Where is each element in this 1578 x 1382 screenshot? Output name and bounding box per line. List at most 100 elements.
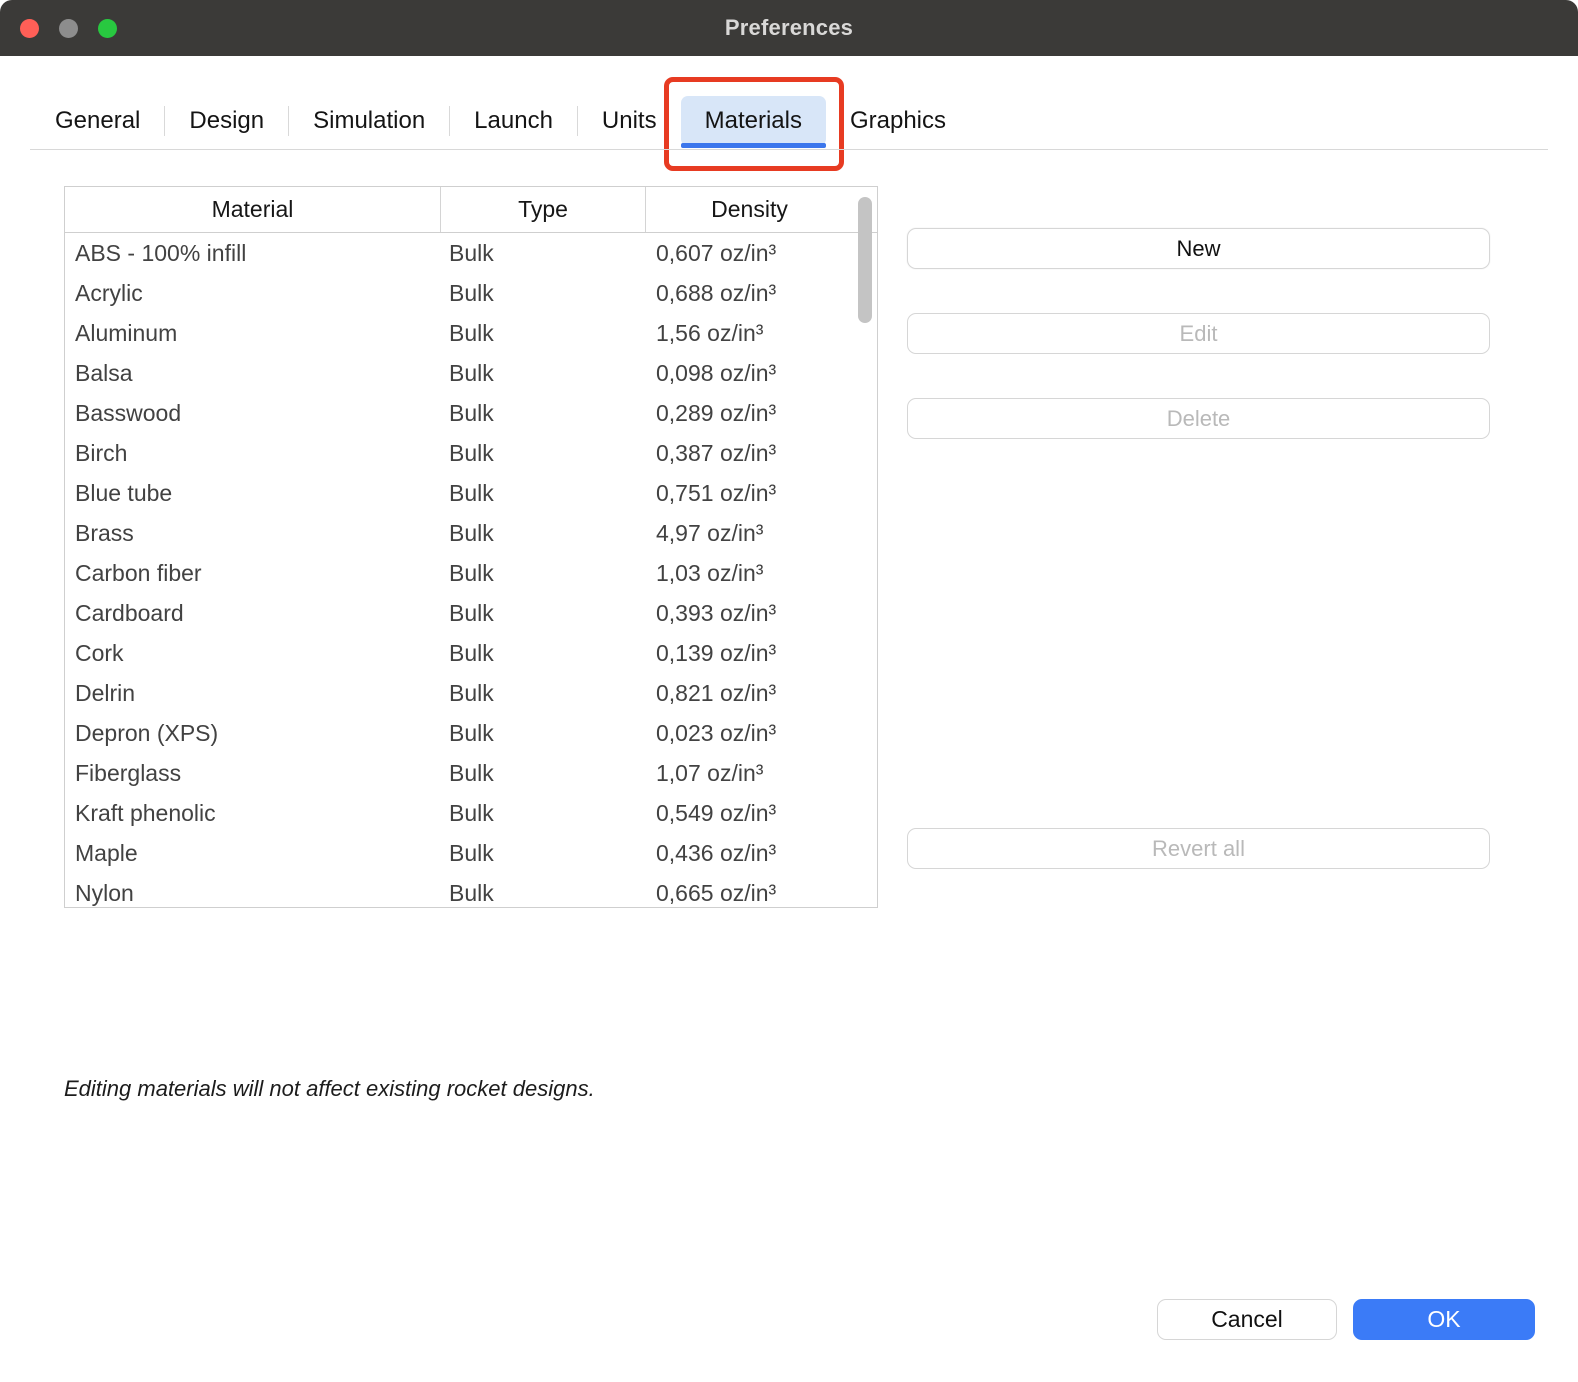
tab-label: Materials bbox=[705, 107, 802, 135]
cell-material: Delrin bbox=[65, 673, 441, 713]
cancel-button[interactable]: Cancel bbox=[1157, 1299, 1337, 1340]
cell-density: 0,821 oz/in³ bbox=[646, 673, 853, 713]
delete-button[interactable]: Delete bbox=[907, 398, 1490, 439]
cell-type: Bulk bbox=[441, 233, 646, 273]
table-row[interactable]: BirchBulk0,387 oz/in³ bbox=[65, 433, 877, 473]
cell-type: Bulk bbox=[441, 713, 646, 753]
tab-label: General bbox=[55, 107, 140, 135]
tab-simulation[interactable]: Simulation bbox=[289, 96, 449, 146]
cell-type: Bulk bbox=[441, 473, 646, 513]
cell-type: Bulk bbox=[441, 513, 646, 553]
cell-material: Carbon fiber bbox=[65, 553, 441, 593]
cell-type: Bulk bbox=[441, 633, 646, 673]
new-button[interactable]: New bbox=[907, 228, 1490, 269]
column-header-type[interactable]: Type bbox=[441, 187, 646, 232]
titlebar: Preferences bbox=[0, 0, 1578, 56]
cell-material: Cardboard bbox=[65, 593, 441, 633]
cell-type: Bulk bbox=[441, 313, 646, 353]
tab-label: Simulation bbox=[313, 107, 425, 135]
selected-tab-underline bbox=[681, 143, 826, 148]
tab-label: Design bbox=[189, 107, 264, 135]
cell-type: Bulk bbox=[441, 593, 646, 633]
cell-density: 0,607 oz/in³ bbox=[646, 233, 853, 273]
cell-material: Kraft phenolic bbox=[65, 793, 441, 833]
cell-density: 1,03 oz/in³ bbox=[646, 553, 853, 593]
cell-material: Acrylic bbox=[65, 273, 441, 313]
tab-launch[interactable]: Launch bbox=[450, 96, 577, 146]
cell-material: ABS - 100% infill bbox=[65, 233, 441, 273]
table-row[interactable]: BasswoodBulk0,289 oz/in³ bbox=[65, 393, 877, 433]
close-window-button[interactable] bbox=[20, 19, 39, 38]
cell-density: 0,393 oz/in³ bbox=[646, 593, 853, 633]
cell-type: Bulk bbox=[441, 553, 646, 593]
tab-graphics[interactable]: Graphics bbox=[826, 96, 970, 146]
cell-density: 0,139 oz/in³ bbox=[646, 633, 853, 673]
cell-density: 1,07 oz/in³ bbox=[646, 753, 853, 793]
cell-type: Bulk bbox=[441, 673, 646, 713]
cell-density: 1,56 oz/in³ bbox=[646, 313, 853, 353]
minimize-window-button[interactable] bbox=[59, 19, 78, 38]
cell-type: Bulk bbox=[441, 393, 646, 433]
zoom-window-button[interactable] bbox=[98, 19, 117, 38]
cell-density: 0,436 oz/in³ bbox=[646, 833, 853, 873]
cell-density: 4,97 oz/in³ bbox=[646, 513, 853, 553]
cell-density: 0,098 oz/in³ bbox=[646, 353, 853, 393]
cell-density: 0,665 oz/in³ bbox=[646, 873, 853, 908]
tab-design[interactable]: Design bbox=[165, 96, 288, 146]
cell-type: Bulk bbox=[441, 833, 646, 873]
table-row[interactable]: Blue tubeBulk0,751 oz/in³ bbox=[65, 473, 877, 513]
table-row[interactable]: DelrinBulk0,821 oz/in³ bbox=[65, 673, 877, 713]
tab-bar-divider bbox=[30, 149, 1548, 150]
traffic-lights bbox=[20, 0, 117, 56]
cell-density: 0,549 oz/in³ bbox=[646, 793, 853, 833]
table-row[interactable]: NylonBulk0,665 oz/in³ bbox=[65, 873, 877, 908]
cell-material: Cork bbox=[65, 633, 441, 673]
materials-table-body: ABS - 100% infillBulk0,607 oz/in³Acrylic… bbox=[65, 233, 877, 908]
cell-density: 0,751 oz/in³ bbox=[646, 473, 853, 513]
cell-material: Maple bbox=[65, 833, 441, 873]
tab-materials[interactable]: Materials bbox=[681, 96, 826, 146]
table-row[interactable]: Carbon fiberBulk1,03 oz/in³ bbox=[65, 553, 877, 593]
cell-material: Basswood bbox=[65, 393, 441, 433]
table-row[interactable]: AluminumBulk1,56 oz/in³ bbox=[65, 313, 877, 353]
table-row[interactable]: BalsaBulk0,098 oz/in³ bbox=[65, 353, 877, 393]
revert-all-button[interactable]: Revert all bbox=[907, 828, 1490, 869]
vertical-scrollbar-thumb[interactable] bbox=[858, 197, 872, 323]
materials-table: Material Type Density ABS - 100% infillB… bbox=[64, 186, 878, 908]
cell-material: Blue tube bbox=[65, 473, 441, 513]
cell-type: Bulk bbox=[441, 793, 646, 833]
cell-type: Bulk bbox=[441, 753, 646, 793]
ok-button[interactable]: OK bbox=[1353, 1299, 1535, 1340]
materials-note: Editing materials will not affect existi… bbox=[64, 1076, 595, 1102]
table-row[interactable]: Depron (XPS)Bulk0,023 oz/in³ bbox=[65, 713, 877, 753]
tab-general[interactable]: General bbox=[31, 96, 164, 146]
cell-type: Bulk bbox=[441, 353, 646, 393]
column-header-material[interactable]: Material bbox=[65, 187, 441, 232]
window-title: Preferences bbox=[725, 15, 853, 41]
preferences-window: Preferences General Design Simulation La… bbox=[0, 0, 1578, 1382]
table-header-row: Material Type Density bbox=[65, 187, 877, 233]
tab-units[interactable]: Units bbox=[578, 96, 681, 146]
tab-bar: General Design Simulation Launch Units M… bbox=[31, 96, 970, 146]
table-row[interactable]: FiberglassBulk1,07 oz/in³ bbox=[65, 753, 877, 793]
cell-material: Birch bbox=[65, 433, 441, 473]
edit-button[interactable]: Edit bbox=[907, 313, 1490, 354]
cell-material: Depron (XPS) bbox=[65, 713, 441, 753]
cell-material: Brass bbox=[65, 513, 441, 553]
cell-material: Aluminum bbox=[65, 313, 441, 353]
table-row[interactable]: ABS - 100% infillBulk0,607 oz/in³ bbox=[65, 233, 877, 273]
cell-type: Bulk bbox=[441, 873, 646, 908]
tab-label: Graphics bbox=[850, 107, 946, 135]
cell-density: 0,387 oz/in³ bbox=[646, 433, 853, 473]
table-row[interactable]: BrassBulk4,97 oz/in³ bbox=[65, 513, 877, 553]
table-row[interactable]: CardboardBulk0,393 oz/in³ bbox=[65, 593, 877, 633]
cell-type: Bulk bbox=[441, 433, 646, 473]
table-row[interactable]: Kraft phenolicBulk0,549 oz/in³ bbox=[65, 793, 877, 833]
cell-type: Bulk bbox=[441, 273, 646, 313]
cell-material: Balsa bbox=[65, 353, 441, 393]
table-row[interactable]: AcrylicBulk0,688 oz/in³ bbox=[65, 273, 877, 313]
cell-density: 0,289 oz/in³ bbox=[646, 393, 853, 433]
table-row[interactable]: CorkBulk0,139 oz/in³ bbox=[65, 633, 877, 673]
table-row[interactable]: MapleBulk0,436 oz/in³ bbox=[65, 833, 877, 873]
column-header-density[interactable]: Density bbox=[646, 187, 853, 232]
